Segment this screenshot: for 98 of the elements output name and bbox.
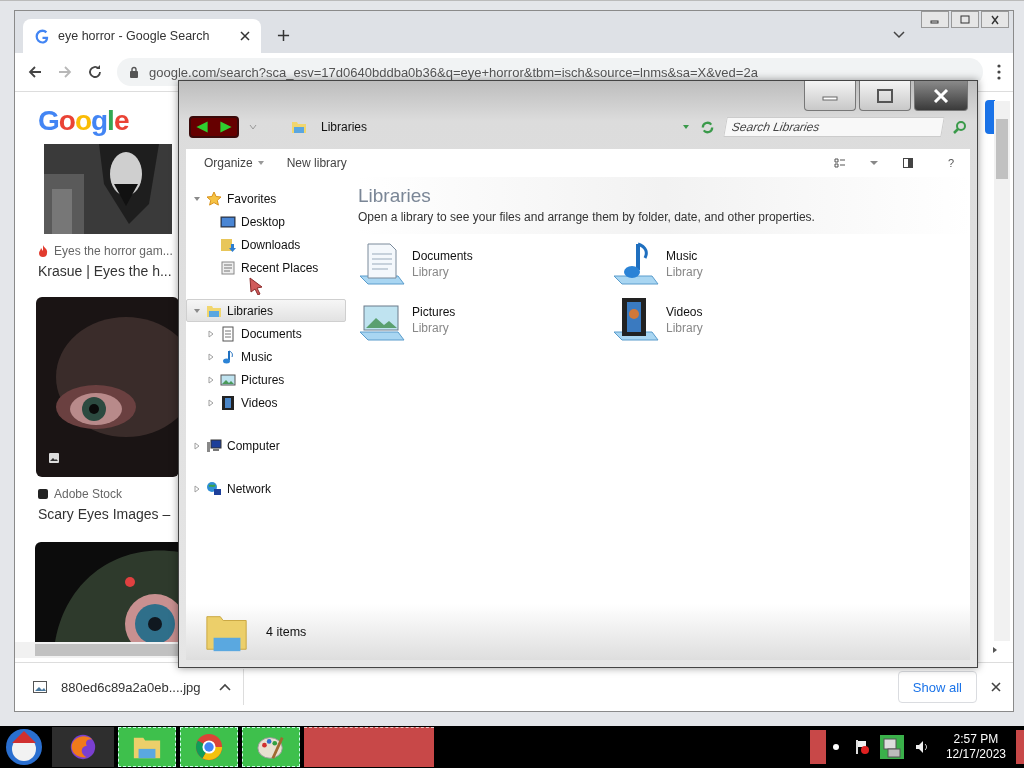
collapse-arrow-icon[interactable] <box>193 306 201 315</box>
nav-item[interactable]: Libraries <box>186 299 346 322</box>
nav-item[interactable]: Network <box>186 477 346 500</box>
maximize-button[interactable] <box>859 81 911 111</box>
chevron-down-icon[interactable] <box>893 31 905 39</box>
organize-button[interactable]: Organize <box>204 152 265 174</box>
source-label: Adobe Stock <box>38 487 178 501</box>
dropdown-arrow-icon <box>256 159 265 167</box>
star-icon <box>206 190 222 207</box>
nav-item[interactable]: Music <box>186 345 346 368</box>
speaker-icon[interactable] <box>913 739 930 755</box>
close-icon[interactable] <box>239 30 251 42</box>
library-item[interactable]: Documents Library <box>358 240 612 288</box>
result-title[interactable]: Scary Eyes Images – <box>38 506 178 522</box>
expand-arrow-icon[interactable] <box>193 441 201 450</box>
network-icon[interactable] <box>879 735 904 759</box>
side-panel-tab[interactable] <box>985 100 995 134</box>
flame-icon <box>38 245 48 257</box>
close-icon <box>933 88 949 103</box>
expand-arrow-icon[interactable] <box>193 484 201 493</box>
minimize-button[interactable] <box>804 81 856 111</box>
browser-tab[interactable]: eye horror - Google Search <box>23 19 261 53</box>
browser-icon <box>194 732 224 762</box>
start-button[interactable] <box>4 727 44 767</box>
show-all-button[interactable]: Show all <box>897 671 977 703</box>
library-description: Open a library to see your files and arrange them by folder, date, and other properties. <box>358 210 816 224</box>
tray-button[interactable] <box>809 730 826 764</box>
library-heading: Libraries <box>358 185 432 207</box>
expand-arrow-icon[interactable] <box>207 329 215 338</box>
network-icon <box>206 480 222 497</box>
google-logo[interactable]: Google <box>38 104 178 144</box>
image-file-icon <box>33 681 47 693</box>
source-label: Eyes the horror gam... <box>38 244 178 258</box>
nav-item[interactable]: Pictures <box>186 368 346 391</box>
breadcrumb[interactable]: Libraries <box>321 120 368 134</box>
nav-item[interactable]: Recent Places <box>186 256 346 279</box>
nav-item[interactable]: Documents <box>186 322 346 345</box>
back-arrow-icon[interactable] <box>27 64 43 80</box>
caret-up-icon[interactable] <box>218 669 244 705</box>
library-item[interactable]: Videos Library <box>612 296 866 344</box>
expand-arrow-icon[interactable] <box>207 375 215 384</box>
restore-icon <box>959 14 971 25</box>
music-library-icon <box>612 240 660 288</box>
taskbar-button[interactable] <box>52 727 114 767</box>
close-button[interactable] <box>914 81 968 111</box>
collapse-arrow-icon[interactable] <box>193 194 201 203</box>
maximize-icon <box>877 88 893 103</box>
browser-icon <box>68 732 98 762</box>
refresh-icon[interactable] <box>700 119 715 135</box>
image-icon <box>49 453 59 463</box>
pointer-icon <box>249 277 263 295</box>
google-g-icon <box>35 28 50 44</box>
dot-icon[interactable] <box>831 743 840 751</box>
nav-item[interactable]: Favorites <box>186 187 346 210</box>
expand-arrow-icon[interactable] <box>207 352 215 361</box>
music-note-icon <box>220 348 236 365</box>
document-icon <box>220 325 236 342</box>
reload-icon[interactable] <box>87 64 103 80</box>
library-item[interactable]: Music Library <box>612 240 866 288</box>
nav-item[interactable]: Downloads <box>186 233 346 256</box>
preview-pane-icon[interactable] <box>902 157 914 169</box>
computer-icon <box>206 437 222 454</box>
close-icon[interactable] <box>991 682 1001 692</box>
help-button[interactable]: ? <box>944 157 958 169</box>
film-icon <box>220 394 236 411</box>
scrollbar[interactable] <box>15 642 178 658</box>
monitor-icon <box>220 213 236 230</box>
result-title[interactable]: Krasue | Eyes the h... <box>38 263 178 279</box>
recent-places-icon <box>220 259 236 276</box>
close-icon <box>989 14 1001 25</box>
nav-item[interactable]: Videos <box>186 391 346 414</box>
dropdown-arrow-icon[interactable] <box>682 123 690 131</box>
view-options-icon[interactable] <box>834 157 846 169</box>
expand-arrow-icon[interactable] <box>207 398 215 407</box>
item-count: 4 items <box>266 625 307 639</box>
scrollbar[interactable] <box>994 101 1010 641</box>
search-icon[interactable] <box>953 120 967 134</box>
nav-item[interactable]: Desktop <box>186 210 346 233</box>
minimize-button[interactable] <box>921 11 949 28</box>
search-field[interactable]: Search Libraries <box>723 117 945 137</box>
clock[interactable]: 2:57 PM 12/17/2023 <box>945 732 1006 762</box>
lock-icon <box>129 66 139 78</box>
landscape-icon <box>220 371 236 388</box>
document-library-icon <box>358 240 406 288</box>
download-item[interactable]: 880ed6c89a2a0eb....jpg <box>33 669 205 705</box>
nav-item[interactable]: Computer <box>186 434 346 457</box>
flag-icon[interactable] <box>853 739 870 755</box>
library-item[interactable]: Pictures Library <box>358 296 612 344</box>
close-button[interactable] <box>981 11 1009 28</box>
library-folder-icon <box>291 119 307 135</box>
new-library-button[interactable]: New library <box>286 152 347 174</box>
stock-logo-icon <box>38 488 48 500</box>
new-tab-icon[interactable] <box>277 29 290 42</box>
menu-icon[interactable] <box>997 64 1001 80</box>
video-library-icon <box>612 296 660 344</box>
scroll-right-icon[interactable] <box>991 646 999 654</box>
download-folder-icon <box>220 236 236 253</box>
back-forward-buttons[interactable] <box>189 116 239 138</box>
